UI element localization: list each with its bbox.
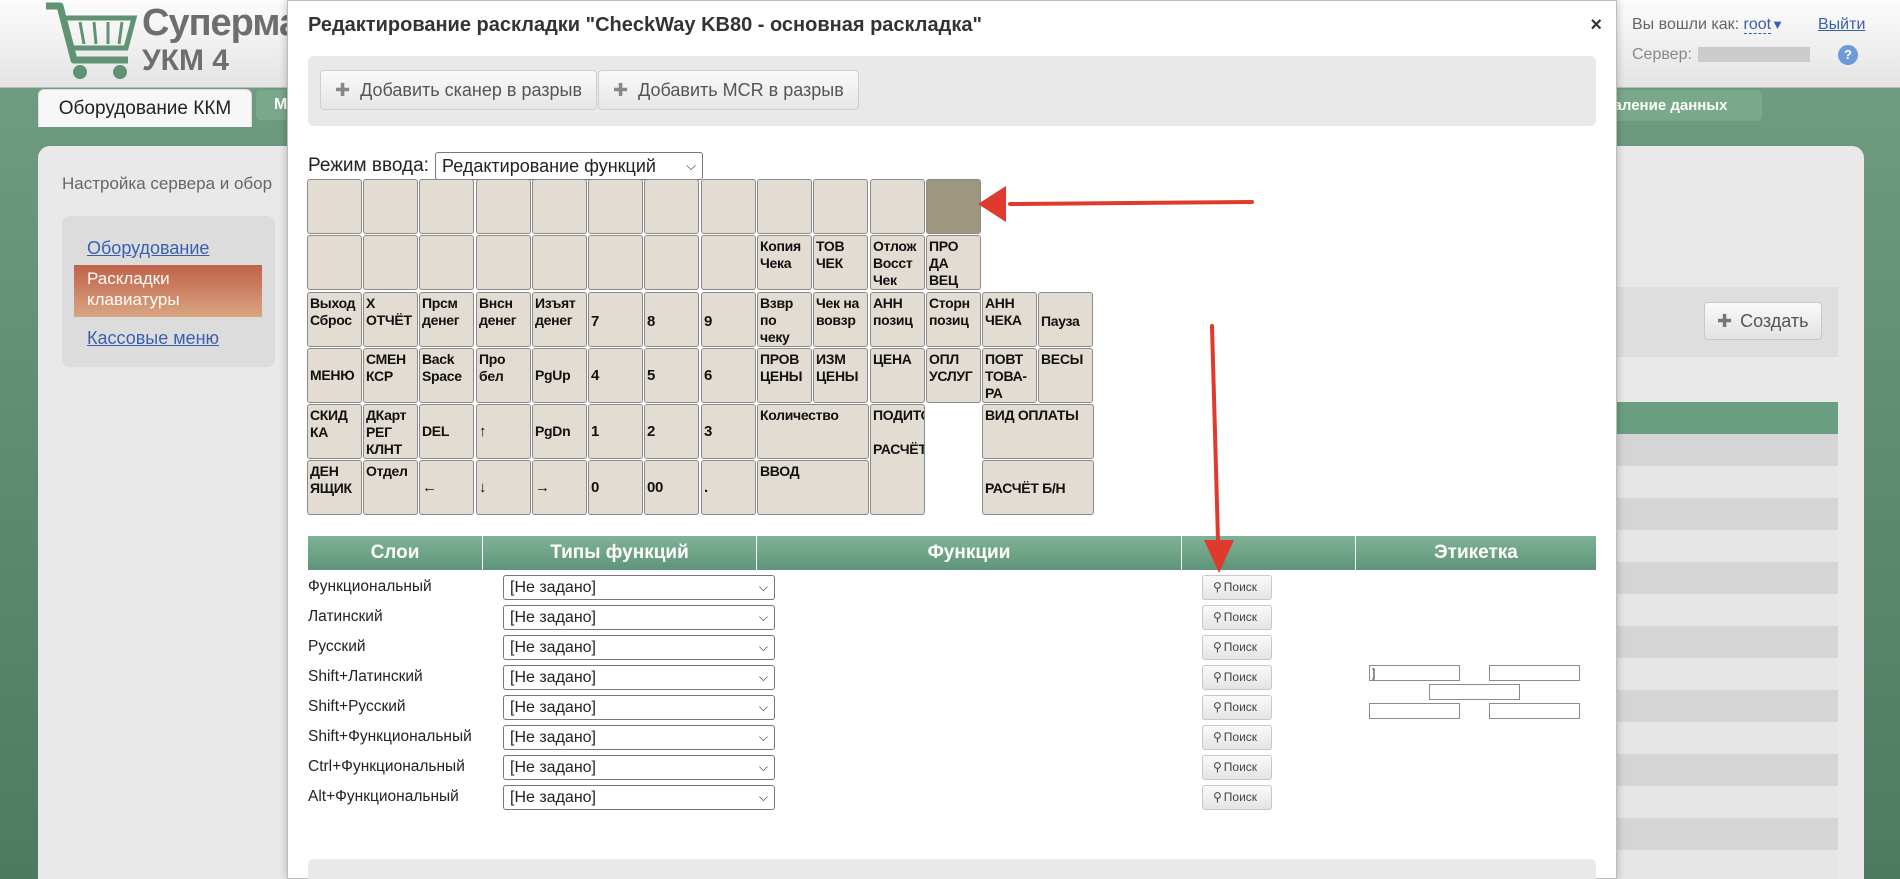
annotation-arrows [978,186,1254,573]
annotation-arrow [1204,324,1234,573]
annotation-arrow [978,186,1254,222]
